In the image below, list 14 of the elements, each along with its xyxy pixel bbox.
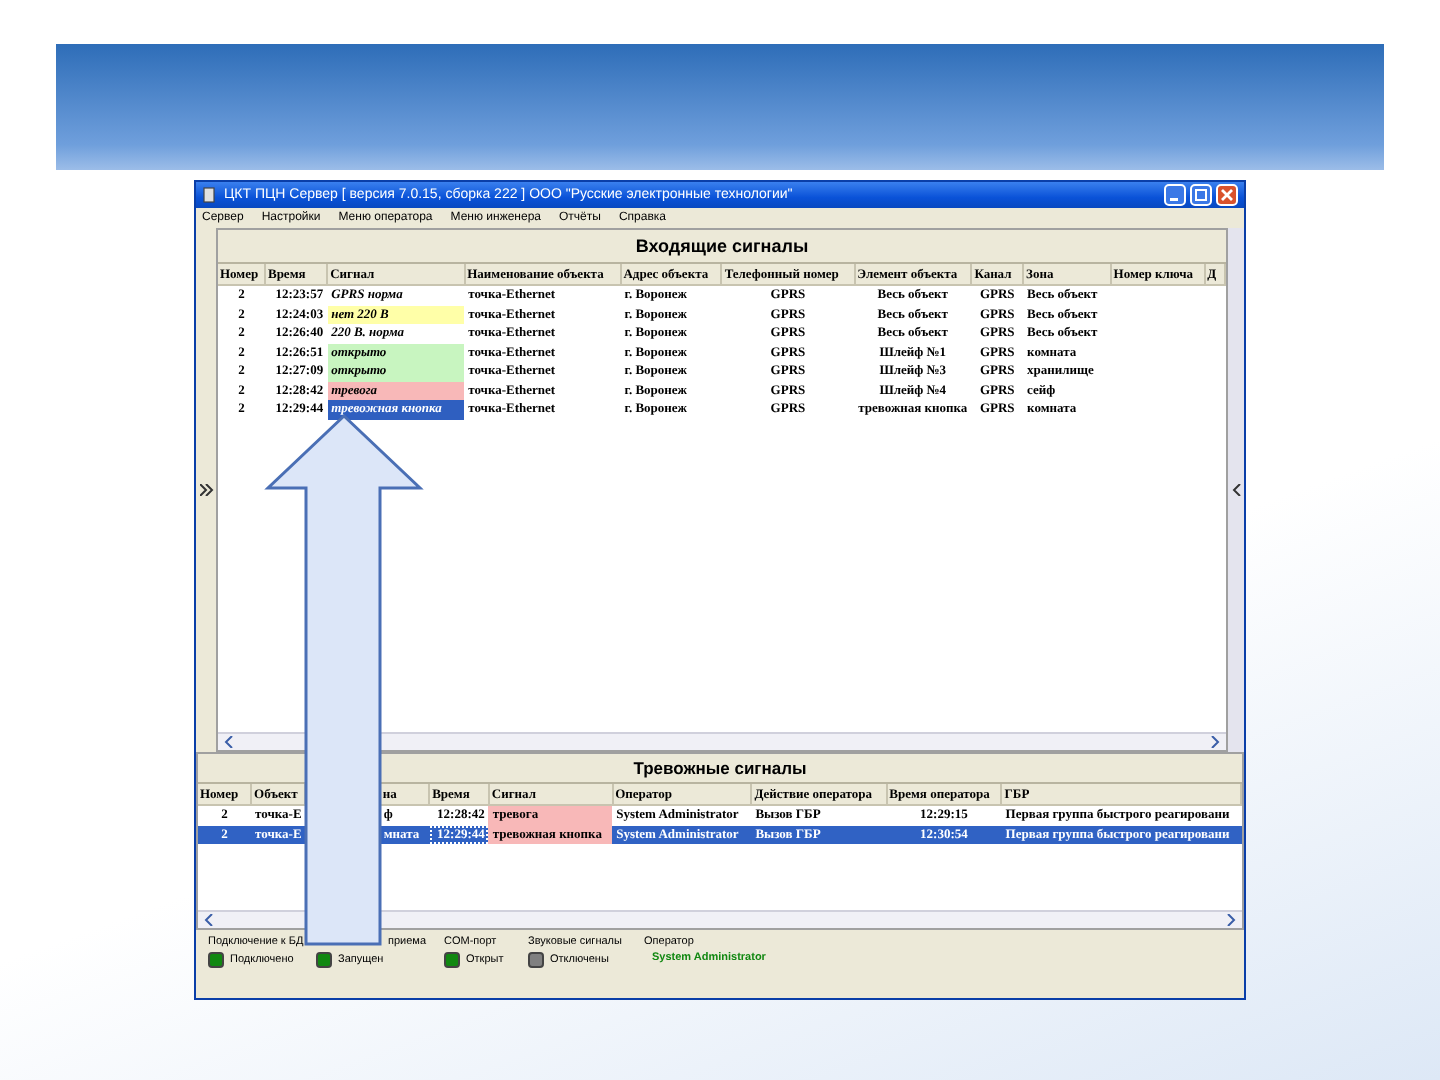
app-icon [202,186,216,204]
expand-icon[interactable] [199,484,213,496]
horizontal-scrollbar[interactable] [218,732,1226,750]
minimize-icon[interactable] [1164,184,1186,206]
panel-title: Входящие сигналы [218,230,1226,264]
scroll-left-icon[interactable] [224,736,236,748]
scroll-right-icon[interactable] [1224,914,1236,926]
panel-title: Тревожные сигналы [198,754,1242,784]
horizontal-scrollbar[interactable] [198,910,1242,928]
scroll-right-icon[interactable] [1208,736,1220,748]
scroll-left-icon[interactable] [204,914,216,926]
collapse-icon[interactable] [1231,484,1241,496]
maximize-icon[interactable] [1190,184,1212,206]
close-icon[interactable] [1216,184,1238,206]
